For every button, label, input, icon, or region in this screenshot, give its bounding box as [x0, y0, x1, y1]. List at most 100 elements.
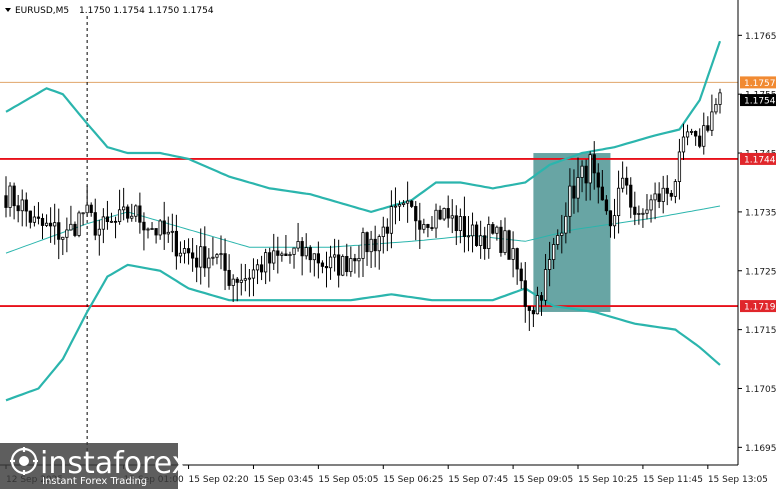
candle-body	[105, 216, 110, 223]
candle-body	[523, 280, 527, 307]
candle-body	[345, 256, 349, 273]
candle-body	[600, 186, 604, 201]
candle-body	[272, 250, 276, 264]
candle-body	[349, 258, 353, 273]
candle-body	[560, 232, 564, 236]
candle-body	[231, 278, 235, 286]
candle-body	[539, 295, 544, 301]
candle-body	[316, 253, 320, 264]
candle-body	[665, 187, 669, 194]
candle-body	[328, 256, 333, 269]
candle-body	[365, 232, 369, 253]
candle-body	[49, 222, 53, 227]
chart-window[interactable]: 1.17651.17551.17451.17351.17251.17151.17…	[0, 0, 781, 489]
candle-body	[97, 228, 101, 236]
candle-body	[547, 259, 552, 270]
candle-body	[621, 177, 625, 189]
candle-body	[373, 238, 377, 252]
candle-body	[199, 246, 203, 268]
candle	[442, 207, 446, 221]
candle-body	[203, 246, 207, 269]
candle-body	[454, 215, 458, 232]
x-tick-label: 15 Sep 06:25	[383, 475, 443, 485]
candle-body	[385, 226, 389, 234]
candle-body	[625, 177, 629, 186]
candle-body	[255, 264, 260, 271]
candle-body	[195, 257, 199, 268]
candle-body	[122, 206, 126, 211]
candle-body	[470, 224, 475, 237]
candle-body	[24, 199, 28, 212]
candle-body	[503, 230, 507, 253]
candle-body	[406, 200, 410, 204]
candle-body	[507, 230, 511, 260]
candle-body	[89, 204, 93, 213]
candle-body	[426, 224, 430, 228]
candle-body	[673, 181, 677, 197]
candle	[474, 221, 479, 247]
candle-body	[511, 248, 515, 260]
candle-body	[284, 253, 288, 257]
candle-body	[576, 177, 580, 199]
candle-body	[495, 226, 499, 234]
candle-body	[361, 232, 365, 259]
y-tick-label: 1.1715	[745, 326, 777, 336]
x-tick-label: 15 Sep 09:05	[513, 475, 573, 485]
candle-body	[142, 221, 146, 231]
ohlc-label: 1.1750 1.1754 1.1750 1.1754	[79, 6, 214, 16]
price-tag-label: 1.1744	[744, 155, 776, 165]
candle-body	[689, 131, 694, 133]
candle-body	[677, 151, 682, 182]
chart-background	[0, 0, 781, 489]
candle-body	[207, 257, 211, 269]
candle-body	[154, 228, 158, 236]
candle-body	[219, 253, 223, 256]
candle-body	[491, 224, 495, 234]
candle-body	[442, 208, 446, 220]
x-tick-label: 15 Sep 05:05	[318, 475, 378, 485]
candle-body	[612, 215, 617, 227]
candle-body	[710, 111, 714, 131]
y-tick-label: 1.1705	[745, 385, 777, 395]
candle-body	[474, 224, 479, 246]
candle-body	[73, 223, 77, 236]
candle-body	[4, 195, 8, 208]
candle-body	[450, 215, 454, 219]
candle-body	[150, 228, 154, 230]
candle-body	[227, 269, 231, 286]
candle	[410, 199, 414, 209]
candle-body	[434, 209, 438, 229]
candle-body	[629, 184, 633, 208]
candle-body	[641, 212, 645, 215]
candle-body	[588, 154, 592, 184]
candle-body	[572, 185, 576, 199]
candle-body	[401, 202, 406, 205]
candle-body	[109, 220, 114, 223]
price-chart[interactable]: 1.17651.17551.17451.17351.17251.17151.17…	[0, 0, 781, 489]
y-tick-label: 1.1725	[745, 267, 777, 277]
candle-body	[337, 254, 341, 276]
price-tag-label: 1.1719	[744, 303, 776, 313]
x-tick-label: 15 Sep 03:45	[253, 475, 313, 485]
candle-body	[243, 278, 247, 281]
candle-body	[251, 269, 256, 279]
candle-body	[134, 205, 138, 217]
candle-body	[312, 253, 316, 261]
candle-body	[535, 295, 540, 315]
candle-body	[698, 135, 702, 147]
candle-body	[162, 220, 166, 235]
candle-body	[158, 220, 162, 236]
current-price-tag-label: 1.1754	[744, 97, 776, 107]
candle-body	[300, 241, 304, 257]
candle-body	[462, 216, 467, 237]
candle-body	[239, 279, 243, 283]
candle-body	[276, 250, 280, 256]
candle-body	[714, 104, 718, 113]
candle-body	[519, 268, 523, 282]
candle-body	[8, 185, 12, 208]
symbol-label: EURUSD,M5	[15, 6, 69, 16]
candle-body	[515, 248, 519, 270]
candle-body	[669, 192, 673, 197]
chart-header: EURUSD,M5 1.1750 1.1754 1.1750 1.1754	[5, 6, 214, 16]
candle-body	[77, 212, 81, 236]
